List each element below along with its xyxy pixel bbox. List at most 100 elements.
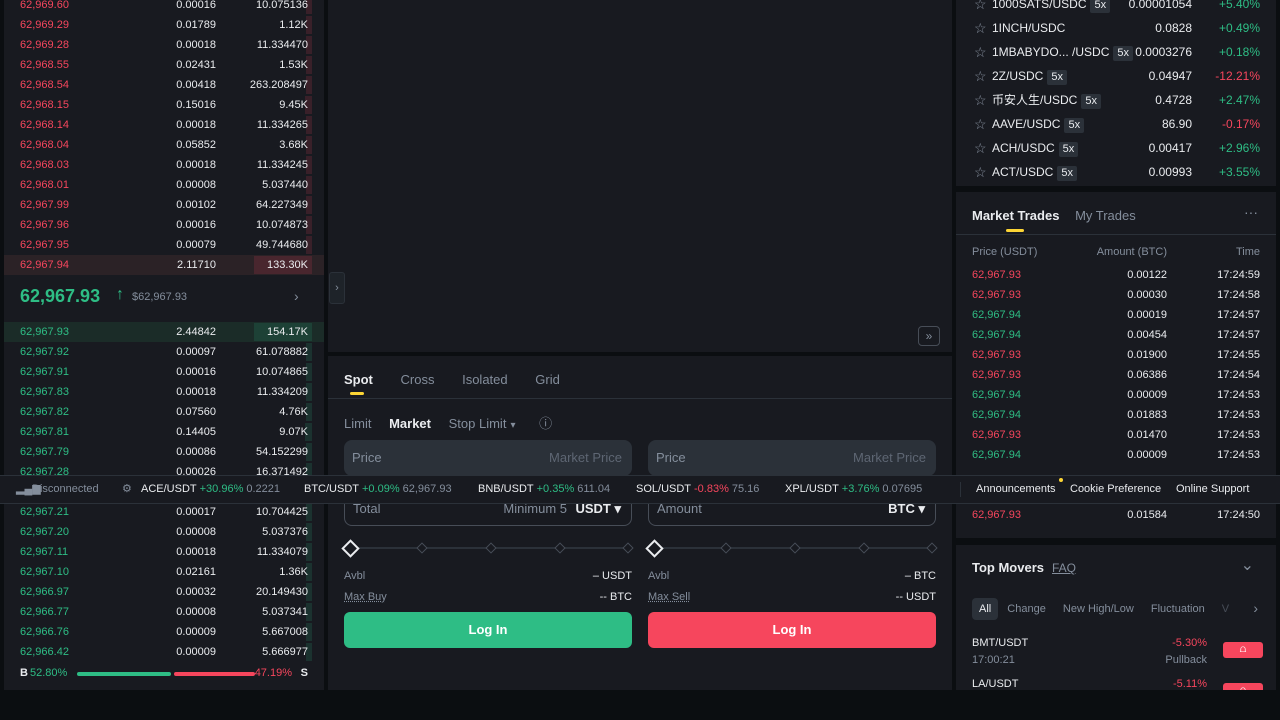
sell-price-field[interactable]: Price Market Price [648,440,936,476]
order-book-row[interactable]: 62,967.93 2.44842 154.17K [4,322,324,342]
order-book-row[interactable]: 62,968.14 0.00018 11.334265 [4,115,324,135]
online-support-link[interactable]: Online Support [1176,476,1249,503]
buy-login-button[interactable]: Log In [344,612,632,648]
pair-row[interactable]: ☆ 1000SATS/USDC 5x 0.00001054 +5.40% [956,0,1276,16]
chart-area[interactable]: » [328,0,952,352]
row-price: 62,967.83 [20,386,69,398]
buy-price-field[interactable]: Price Market Price [344,440,632,476]
star-icon[interactable]: ☆ [974,112,987,136]
order-book-row[interactable]: 62,966.42 0.00009 5.666977 [4,642,324,662]
order-book-row[interactable]: 62,967.92 0.00097 61.078882 [4,342,324,362]
settings-sliders-icon[interactable]: ⚙ [122,476,132,503]
faq-link[interactable]: FAQ [1052,561,1076,575]
order-book-row[interactable]: 62,967.79 0.00086 54.152299 [4,442,324,462]
slider-step[interactable] [485,542,497,554]
star-icon[interactable]: ☆ [974,40,987,64]
order-type-limit[interactable]: Limit [344,416,371,431]
tab-my-trades[interactable]: My Trades [1075,208,1136,223]
pair-row[interactable]: ☆ 币安人生/USDC 5x 0.4728 +2.47% [956,88,1276,112]
mover-row[interactable]: LA/USDT -5.11% ⩍ [956,678,1276,690]
order-book-row[interactable]: 62,967.83 0.00018 11.334209 [4,382,324,402]
order-book-row[interactable]: 62,967.10 0.02161 1.36K [4,562,324,582]
order-book-row[interactable]: 62,967.95 0.00079 49.744680 [4,235,324,255]
order-book-row[interactable]: 62,967.11 0.00018 11.334079 [4,542,324,562]
ticker-item[interactable]: ACE/USDT +30.96% 0.2221 [141,476,280,503]
pair-change: +2.96% [1218,141,1260,155]
slider-step[interactable] [554,542,566,554]
slider-step[interactable] [622,542,634,554]
announcements-link[interactable]: Announcements [976,476,1056,503]
star-icon[interactable]: ☆ [974,88,987,112]
star-icon[interactable]: ☆ [974,0,987,16]
tab-cross[interactable]: Cross [401,372,435,387]
order-book-row[interactable]: 62,968.01 0.00008 5.037440 [4,175,324,195]
star-icon[interactable]: ☆ [974,136,987,160]
pair-row[interactable]: ☆ ACH/USDC 5x 0.00417 +2.96% [956,136,1276,160]
pair-row[interactable]: ☆ 1MBABYDO... /USDC 5x 0.0003276 +0.18% [956,40,1276,64]
more-icon[interactable]: ··· [1244,204,1258,220]
order-book-row[interactable]: 62,967.20 0.00008 5.037376 [4,522,324,542]
filter-new-high-low[interactable]: New High/Low [1063,603,1134,615]
max-sell-label[interactable]: Max Sell [648,591,690,603]
tab-isolated[interactable]: Isolated [462,372,508,387]
order-book-row[interactable]: 62,966.77 0.00008 5.037341 [4,602,324,622]
order-book-row[interactable]: 62,967.96 0.00016 10.074873 [4,215,324,235]
ticker-item[interactable]: BTC/USDT +0.09% 62,967.93 [304,476,452,503]
order-book-row[interactable]: 62,967.91 0.00016 10.074865 [4,362,324,382]
order-book-row[interactable]: 62,967.81 0.14405 9.07K [4,422,324,442]
tab-grid[interactable]: Grid [535,372,560,387]
pair-row[interactable]: ☆ 1INCH/USDC 0.0828 +0.49% [956,16,1276,40]
chevron-right-icon[interactable]: › [294,288,299,304]
slider-step[interactable] [789,542,801,554]
filter-volume[interactable]: V [1222,603,1229,615]
order-book-row[interactable]: 62,968.03 0.00018 11.334245 [4,155,324,175]
order-book-row[interactable]: 62,966.97 0.00032 20.149430 [4,582,324,602]
slider-handle[interactable] [341,539,360,558]
ticker-item[interactable]: BNB/USDT +0.35% 611.04 [478,476,610,503]
order-book-row[interactable]: 62,968.15 0.15016 9.45K [4,95,324,115]
max-buy-label[interactable]: Max Buy [344,591,387,603]
order-book-row[interactable]: 62,966.76 0.00009 5.667008 [4,622,324,642]
order-book-row[interactable]: 62,968.55 0.02431 1.53K [4,55,324,75]
star-icon[interactable]: ☆ [974,16,987,40]
order-type-stop-limit[interactable]: Stop Limit ▾ [449,416,516,431]
pair-row[interactable]: ☆ 2Z/USDC 5x 0.04947 -12.21% [956,64,1276,88]
ticker-item[interactable]: XPL/USDT +3.76% 0.07695 [785,476,922,503]
ticker-item[interactable]: SOL/USDT -0.83% 75.16 [636,476,759,503]
order-book-row[interactable]: 62,968.04 0.05852 3.68K [4,135,324,155]
order-book-row[interactable]: 62,967.21 0.00017 10.704425 [4,502,324,522]
slider-handle[interactable] [645,539,664,558]
tab-market-trades[interactable]: Market Trades [972,208,1059,223]
collapse-icon[interactable]: ⌄ [1241,555,1254,575]
slider-step[interactable] [720,542,732,554]
sell-amount-slider[interactable] [645,539,938,558]
filter-fluctuation[interactable]: Fluctuation [1151,603,1205,615]
order-book-row[interactable]: 62,969.28 0.00018 11.334470 [4,35,324,55]
sell-login-button[interactable]: Log In [648,612,936,648]
order-book-row[interactable]: 62,969.29 0.01789 1.12K [4,15,324,35]
star-icon[interactable]: ☆ [974,160,987,184]
pair-row[interactable]: ☆ ACT/USDC 5x 0.00993 +3.55% [956,160,1276,184]
info-icon[interactable]: ⓘ [539,416,552,431]
buy-amount-slider[interactable] [341,539,634,558]
order-book-row[interactable]: 62,967.94 2.11710 133.30K [4,255,324,275]
cookie-preference-link[interactable]: Cookie Preference [1070,476,1161,503]
pair-row[interactable]: ☆ AAVE/USDC 5x 86.90 -0.17% [956,112,1276,136]
slider-step[interactable] [926,542,938,554]
mover-row[interactable]: BMT/USDT 17:00:21 -5.30% Pullback ⩍ [956,637,1276,677]
slider-step[interactable] [858,542,870,554]
slider-step[interactable] [416,542,428,554]
order-type-market[interactable]: Market [389,416,431,431]
order-book-row[interactable]: 62,969.60 0.00016 10.075136 [4,0,324,15]
order-book-row[interactable]: 62,967.99 0.00102 64.227349 [4,195,324,215]
order-book-row[interactable]: 62,967.82 0.07560 4.76K [4,402,324,422]
tab-spot[interactable]: Spot [344,372,373,395]
collapse-orderbook-icon[interactable]: › [329,272,345,304]
leverage-badge: 5x [1090,0,1111,13]
filter-change[interactable]: Change [1007,603,1046,615]
chevron-right-icon[interactable]: › [1249,600,1258,616]
order-book-row[interactable]: 62,968.54 0.00418 263.208497 [4,75,324,95]
filter-all[interactable]: All [972,598,999,620]
expand-icon[interactable]: » [918,326,940,346]
star-icon[interactable]: ☆ [974,64,987,88]
